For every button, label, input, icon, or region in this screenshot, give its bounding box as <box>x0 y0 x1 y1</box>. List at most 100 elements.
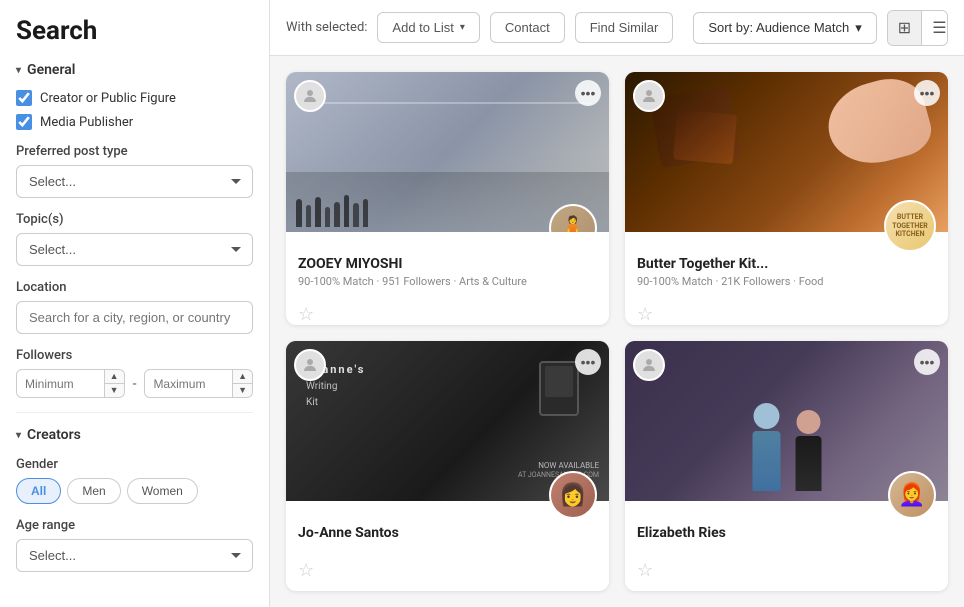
elizabeth-thumb-icon: 👩‍🦰 <box>898 483 925 508</box>
card-joanne-thumb: 👩 <box>549 471 597 519</box>
creator-label[interactable]: Creator or Public Figure <box>40 91 176 106</box>
person-icon-butter <box>640 87 658 105</box>
card-elizabeth-actions: ••• <box>914 349 940 375</box>
card-joanne-name: Jo-Anne Santos <box>298 525 597 541</box>
view-toggle: ⊞ ☰ <box>887 10 948 46</box>
followers-max-spinner: ▲ ▼ <box>232 370 252 397</box>
card-zooey-image: ••• 🧘 <box>286 72 609 232</box>
followers-max-down[interactable]: ▼ <box>233 384 252 397</box>
followers-max-input[interactable] <box>145 371 232 397</box>
followers-min-input[interactable] <box>17 371 104 397</box>
card-butter-image: ••• BUTTERTOGETHERKITCHEN <box>625 72 948 232</box>
joanne-thumb-icon: 👩 <box>559 483 586 508</box>
card-elizabeth-avatar <box>633 349 665 381</box>
find-similar-button[interactable]: Find Similar <box>575 12 674 43</box>
media-publisher-label[interactable]: Media Publisher <box>40 115 133 130</box>
gender-all-button[interactable]: All <box>16 478 61 504</box>
followers-min-spinner: ▲ ▼ <box>104 370 124 397</box>
find-similar-label: Find Similar <box>590 20 659 35</box>
followers-min-down[interactable]: ▼ <box>105 384 124 397</box>
card-zooey-more-button[interactable]: ••• <box>575 80 601 106</box>
toolbar: With selected: Add to List ▾ Contact Fin… <box>270 0 964 56</box>
creator-checkbox-item: Creator or Public Figure <box>16 90 253 106</box>
card-elizabeth: ••• 👩‍🦰 Elizabeth Ries ☆ <box>625 341 948 591</box>
grid-icon: ⊞ <box>898 20 911 37</box>
card-elizabeth-more-button[interactable]: ••• <box>914 349 940 375</box>
card-elizabeth-thumb: 👩‍🦰 <box>888 471 936 519</box>
zooey-thumb-icon: 🧘 <box>559 216 586 233</box>
creator-checkbox[interactable] <box>16 90 32 106</box>
gender-button-group: All Men Women <box>16 478 253 504</box>
chevron-down-icon: ▾ <box>16 65 21 76</box>
tablet-deco <box>539 361 579 416</box>
card-zooey-avatar <box>294 80 326 112</box>
creators-section-label: Creators <box>27 427 81 443</box>
gender-women-button[interactable]: Women <box>127 478 198 504</box>
topics-label: Topic(s) <box>16 212 253 227</box>
location-input[interactable] <box>16 301 253 334</box>
card-joanne-image: Joanne's Writing Kit NOW AVAILABLE AT JO… <box>286 341 609 501</box>
card-joanne: Joanne's Writing Kit NOW AVAILABLE AT JO… <box>286 341 609 591</box>
crowd-deco <box>296 195 368 227</box>
list-view-button[interactable]: ☰ <box>921 11 948 45</box>
section-divider <box>16 412 253 413</box>
card-butter-avatar <box>633 80 665 112</box>
preferred-post-type-select[interactable]: Select... <box>16 165 253 198</box>
add-to-list-button[interactable]: Add to List ▾ <box>377 12 479 43</box>
card-butter-more-button[interactable]: ••• <box>914 80 940 106</box>
contact-button[interactable]: Contact <box>490 12 565 43</box>
general-section-header[interactable]: ▾ General <box>16 62 253 78</box>
people-deco <box>752 403 821 491</box>
card-zooey-star[interactable]: ☆ <box>298 304 314 325</box>
deco-line <box>302 102 593 104</box>
card-zooey-name: ZOOEY MIYOSHI <box>298 256 597 272</box>
topics-select[interactable]: Select... <box>16 233 253 266</box>
followers-min-up[interactable]: ▲ <box>105 370 124 384</box>
add-to-list-label: Add to List <box>392 20 453 35</box>
card-joanne-bottom: ☆ <box>286 554 609 591</box>
followers-max-wrapper: ▲ ▼ <box>144 369 253 398</box>
card-butter-bottom: ☆ <box>625 298 948 325</box>
followers-min-wrapper: ▲ ▼ <box>16 369 125 398</box>
gender-men-button[interactable]: Men <box>67 478 120 504</box>
preferred-post-type-label: Preferred post type <box>16 144 253 159</box>
sort-button[interactable]: Sort by: Audience Match ▾ <box>693 12 876 44</box>
followers-max-up[interactable]: ▲ <box>233 370 252 384</box>
with-selected-label: With selected: <box>286 20 367 35</box>
page-title: Search <box>16 16 253 46</box>
followers-label: Followers <box>16 348 253 363</box>
add-to-list-arrow: ▾ <box>460 22 465 33</box>
card-butter: ••• BUTTERTOGETHERKITCHEN Butter Togethe… <box>625 72 948 325</box>
media-publisher-checkbox[interactable] <box>16 114 32 130</box>
age-range-select[interactable]: Select... <box>16 539 253 572</box>
location-label: Location <box>16 280 253 295</box>
list-icon: ☰ <box>932 20 946 37</box>
card-elizabeth-name: Elizabeth Ries <box>637 525 936 541</box>
sidebar: Search ▾ General Creator or Public Figur… <box>0 0 270 607</box>
card-joanne-more-button[interactable]: ••• <box>575 349 601 375</box>
card-butter-meta: 90-100% Match · 21K Followers · Food <box>637 275 936 288</box>
general-section-label: General <box>27 62 75 78</box>
card-joanne-star[interactable]: ☆ <box>298 560 314 581</box>
person-icon-elizabeth <box>640 356 658 374</box>
person-icon <box>301 87 319 105</box>
card-butter-star[interactable]: ☆ <box>637 304 653 325</box>
creators-section-header[interactable]: ▾ Creators <box>16 427 253 443</box>
card-elizabeth-bottom: ☆ <box>625 554 948 591</box>
card-butter-actions: ••• <box>914 80 940 106</box>
card-zooey-bottom: ☆ <box>286 298 609 325</box>
chevron-down-icon-creators: ▾ <box>16 430 21 441</box>
sort-arrow-icon: ▾ <box>855 20 862 36</box>
card-zooey-info: ZOOEY MIYOSHI 90-100% Match · 951 Follow… <box>286 232 609 298</box>
card-zooey-actions: ••• <box>575 80 601 106</box>
person-icon-joanne <box>301 356 319 374</box>
butter-badge-text: BUTTERTOGETHERKITCHEN <box>890 211 930 240</box>
gender-label: Gender <box>16 457 253 472</box>
sort-label: Sort by: Audience Match <box>708 20 849 35</box>
brownie-deco-2 <box>673 109 737 164</box>
card-elizabeth-star[interactable]: ☆ <box>637 560 653 581</box>
card-zooey-meta: 90-100% Match · 951 Followers · Arts & C… <box>298 275 597 288</box>
card-elizabeth-image: ••• 👩‍🦰 <box>625 341 948 501</box>
grid-view-button[interactable]: ⊞ <box>888 11 921 45</box>
contact-label: Contact <box>505 20 550 35</box>
